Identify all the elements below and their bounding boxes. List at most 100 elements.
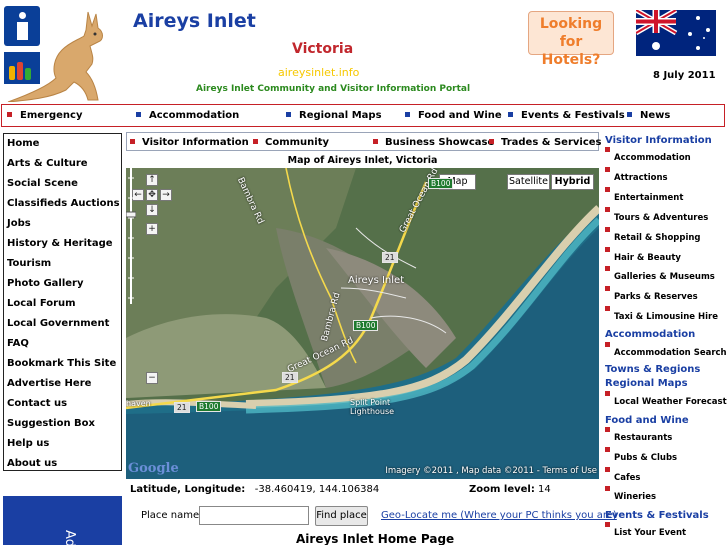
nav-bullet-icon: [136, 111, 141, 117]
pan-right-icon[interactable]: →: [160, 189, 172, 201]
rc-link-wineries[interactable]: Wineries: [605, 486, 656, 502]
rc-link-label: Hair & Beauty: [614, 253, 681, 263]
australia-flag-icon: [636, 10, 716, 56]
pan-center-icon[interactable]: ✥: [146, 189, 158, 201]
subnav-bullet-icon: [253, 138, 258, 144]
bullet-icon: [605, 306, 610, 311]
left-menu-arts-culture[interactable]: Arts & Culture: [7, 158, 88, 169]
rc-link-galleries[interactable]: Galleries & Museums: [605, 266, 715, 282]
rc-link-entertainment[interactable]: Entertainment: [605, 187, 683, 203]
rc-link-pubs[interactable]: Pubs & Clubs: [605, 447, 677, 463]
map-type-satellite-button[interactable]: Satellite: [507, 174, 550, 190]
subnav-community[interactable]: Community: [253, 137, 329, 148]
rc-link-label: Attractions: [614, 173, 668, 183]
bullet-icon: [605, 227, 610, 232]
bullet-icon: [605, 467, 610, 472]
left-menu-tourism[interactable]: Tourism: [7, 258, 51, 269]
subnav-label: Trades & Services: [501, 137, 602, 148]
nav-bullet-icon: [286, 111, 291, 117]
route-number: 21: [174, 402, 190, 413]
find-place-button[interactable]: Find place: [315, 506, 368, 526]
hotels-button[interactable]: Looking for Hotels?: [528, 11, 614, 68]
subnav-label: Visitor Information: [142, 137, 249, 148]
left-menu-advertise[interactable]: Advertise Here: [7, 378, 91, 389]
rc-link-restaurants[interactable]: Restaurants: [605, 427, 672, 443]
promo-banner[interactable]: Ad: [3, 496, 122, 545]
left-menu-history[interactable]: History & Heritage: [7, 238, 113, 249]
bullet-icon: [605, 187, 610, 192]
zoom-out-icon[interactable]: −: [146, 372, 158, 384]
nav-label: Emergency: [20, 110, 83, 121]
bullet-icon: [605, 286, 610, 291]
subnav-visitor-information[interactable]: Visitor Information: [130, 137, 249, 148]
lat-lng-readout: Latitude, Longitude: -38.460419, 144.106…: [130, 484, 379, 495]
nav-emergency[interactable]: Emergency: [7, 110, 82, 121]
map-type-hybrid-button[interactable]: Hybrid: [551, 174, 594, 190]
rc-link-parks[interactable]: Parks & Reserves: [605, 286, 698, 302]
nav-accommodation[interactable]: Accommodation: [136, 110, 239, 121]
bullet-icon: [605, 522, 610, 527]
geo-locate-link[interactable]: Geo-Locate me (Where your PC thinks you …: [381, 510, 617, 521]
map-label-lighthouse-2: Lighthouse: [350, 407, 395, 416]
bullet-icon: [605, 391, 610, 396]
rc-link-label: Accommodation: [614, 153, 691, 163]
domain-text: aireysinlet.info: [278, 66, 360, 79]
map-view[interactable]: Map Satellite Hybrid ↑ ← ✥ → ↓ + − Airey…: [126, 168, 599, 479]
rc-link-retail[interactable]: Retail & Shopping: [605, 227, 701, 243]
rc-link-hair-beauty[interactable]: Hair & Beauty: [605, 247, 681, 263]
rc-link-attractions[interactable]: Attractions: [605, 167, 668, 183]
left-menu-home[interactable]: Home: [7, 138, 39, 149]
left-menu-local-government[interactable]: Local Government: [7, 318, 109, 329]
zoom-in-icon[interactable]: +: [146, 223, 158, 235]
rc-heading-visitor-info[interactable]: Visitor Information: [605, 135, 712, 146]
rc-heading-regional-maps[interactable]: Regional Maps: [605, 378, 688, 389]
rc-link-list-event[interactable]: List Your Event: [605, 522, 686, 538]
left-menu-bookmark[interactable]: Bookmark This Site: [7, 358, 116, 369]
rc-link-taxi[interactable]: Taxi & Limousine Hire: [605, 306, 718, 322]
site-title[interactable]: Aireys Inlet: [133, 10, 256, 32]
rc-link-cafes[interactable]: Cafes: [605, 467, 641, 483]
left-menu-help[interactable]: Help us: [7, 438, 49, 449]
rc-link-label: Accommodation Search: [614, 348, 727, 358]
current-date: 8 July 2011: [653, 70, 716, 81]
route-shield-b100: B100: [196, 401, 222, 412]
route-shield-b100: B100: [428, 178, 454, 189]
rc-link-accommodation[interactable]: Accommodation: [605, 147, 691, 163]
google-logo[interactable]: Google: [128, 461, 179, 476]
map-label-haven: haven: [126, 399, 151, 408]
pan-down-icon[interactable]: ↓: [146, 204, 158, 216]
pan-up-icon[interactable]: ↑: [146, 174, 158, 186]
left-menu-photo-gallery[interactable]: Photo Gallery: [7, 278, 84, 289]
zoom-slider[interactable]: [126, 168, 136, 304]
rc-link-weather[interactable]: Local Weather Forecast: [605, 391, 727, 407]
place-name-input[interactable]: [199, 506, 309, 525]
left-menu-contact[interactable]: Contact us: [7, 398, 67, 409]
rc-heading-food-wine[interactable]: Food and Wine: [605, 415, 689, 426]
left-menu-suggestion-box[interactable]: Suggestion Box: [7, 418, 95, 429]
rc-heading-events[interactable]: Events & Festivals: [605, 510, 709, 521]
left-menu-local-forum[interactable]: Local Forum: [7, 298, 76, 309]
nav-label: Accommodation: [149, 110, 240, 121]
nav-news[interactable]: News: [627, 110, 670, 121]
left-menu-faq[interactable]: FAQ: [7, 338, 29, 349]
nav-regional-maps[interactable]: Regional Maps: [286, 110, 382, 121]
nav-events-festivals[interactable]: Events & Festivals: [508, 110, 625, 121]
subnav-trades-services[interactable]: Trades & Services: [489, 137, 602, 148]
left-menu-classifieds[interactable]: Classifieds Auctions: [7, 198, 120, 209]
subnav-bullet-icon: [130, 138, 135, 144]
left-menu-social-scene[interactable]: Social Scene: [7, 178, 78, 189]
route-number: 21: [382, 252, 398, 263]
left-menu-about[interactable]: About us: [7, 458, 57, 469]
map-copyright[interactable]: Imagery ©2011 , Map data ©2011 - Terms o…: [385, 466, 597, 476]
rc-link-accommodation-search[interactable]: Accommodation Search: [605, 342, 727, 358]
rc-heading-towns[interactable]: Towns & Regions: [605, 364, 700, 375]
subnav-business-showcase[interactable]: Business Showcase: [373, 137, 494, 148]
zoom-value: 14: [538, 484, 551, 495]
state-heading: Victoria: [292, 41, 354, 57]
nav-food-wine[interactable]: Food and Wine: [405, 110, 502, 121]
rc-heading-accommodation[interactable]: Accommodation: [605, 329, 695, 340]
left-menu-jobs[interactable]: Jobs: [7, 218, 31, 229]
bullet-icon: [605, 342, 610, 347]
rc-link-tours[interactable]: Tours & Adventures: [605, 207, 708, 223]
bullet-icon: [605, 266, 610, 271]
